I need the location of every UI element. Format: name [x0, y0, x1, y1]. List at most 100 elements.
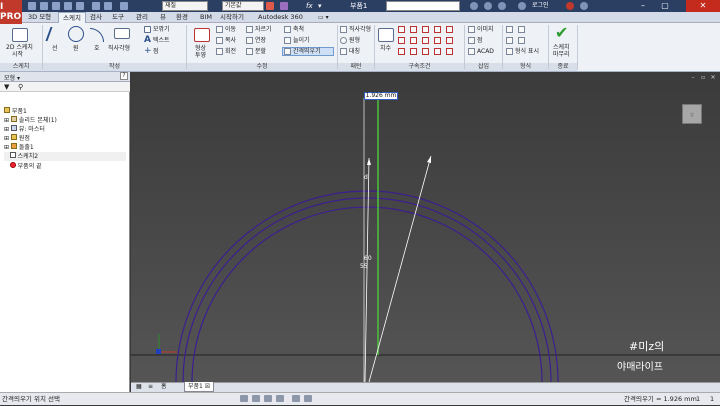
tab-sketch[interactable]: 스케치: [58, 12, 86, 23]
tree-item-end-of-part[interactable]: 부품의 끝: [4, 162, 42, 171]
centerline-icon[interactable]: [518, 26, 525, 33]
sketch-canvas[interactable]: d 60 55: [131, 72, 720, 382]
tab-environment[interactable]: 환경: [172, 12, 192, 23]
dimension-icon[interactable]: [378, 28, 394, 42]
help-search-input[interactable]: [386, 1, 460, 11]
tree-item-solid-bodies[interactable]: ⊞ 솔리드 본체(1): [4, 116, 57, 125]
user-icon[interactable]: [518, 2, 526, 10]
offset-dimension-input[interactable]: 1.926 mm: [364, 92, 398, 100]
exchange-icon[interactable]: [566, 2, 574, 10]
arc-label[interactable]: 호: [94, 45, 100, 52]
degrees-of-freedom-icon[interactable]: [292, 395, 300, 402]
line-label[interactable]: 선: [52, 45, 58, 52]
text-icon[interactable]: A: [144, 36, 151, 45]
appearance-combo[interactable]: 기본값: [222, 1, 264, 11]
home-tab[interactable]: 홈: [158, 382, 170, 392]
maximize-button[interactable]: ▢: [654, 0, 676, 12]
circular-pattern-label[interactable]: 원형: [349, 37, 360, 44]
start-2d-sketch-label-1[interactable]: 2D 스케치: [6, 44, 33, 51]
equation-icon[interactable]: fx: [306, 0, 313, 12]
stretch-icon[interactable]: [284, 37, 291, 44]
offset-label[interactable]: 간격띄우기: [293, 48, 321, 55]
split-label[interactable]: 분할: [255, 48, 266, 55]
circular-pattern-icon[interactable]: [340, 37, 347, 44]
finish-sketch-label-1[interactable]: 스케치: [553, 44, 570, 51]
circle-label[interactable]: 원: [73, 45, 79, 52]
tab-3d-model[interactable]: 3D 모형: [24, 12, 55, 23]
move-label[interactable]: 이동: [225, 26, 236, 33]
offset-icon[interactable]: [284, 48, 291, 55]
tree-item-extrusion[interactable]: ⊞ 돌출1: [4, 143, 34, 152]
inner-arc[interactable]: [191, 206, 543, 382]
stretch-label[interactable]: 늘이기: [293, 37, 310, 44]
select-icon[interactable]: [120, 2, 128, 10]
mirror-icon[interactable]: [340, 48, 347, 55]
lock-icon[interactable]: [446, 26, 453, 33]
acad-icon[interactable]: [468, 48, 475, 55]
symmetric-icon[interactable]: [422, 48, 429, 55]
favorites-icon[interactable]: [498, 2, 506, 10]
import-points-label[interactable]: 점: [477, 37, 483, 44]
split-icon[interactable]: [246, 48, 253, 55]
horizontal-icon[interactable]: [422, 37, 429, 44]
tab-inspect[interactable]: 검사: [86, 12, 106, 23]
circle-icon[interactable]: [68, 26, 84, 42]
project-geometry-label-1[interactable]: 형상: [195, 45, 206, 52]
concentric-icon[interactable]: [422, 26, 429, 33]
dimension-label[interactable]: 치수: [380, 45, 391, 52]
copy-icon[interactable]: [216, 37, 223, 44]
window-list-icon[interactable]: ≡: [145, 382, 156, 392]
model-browser-header[interactable]: 모형 ▾ ?: [0, 72, 130, 82]
rectangular-pattern-icon[interactable]: [340, 26, 347, 33]
rectangular-pattern-label[interactable]: 직사각형: [349, 26, 371, 33]
center-point-icon[interactable]: [506, 37, 513, 44]
tree-item-view-master[interactable]: ⊞ 뷰: 마스터: [4, 125, 45, 134]
undo-icon[interactable]: [64, 2, 72, 10]
collinear-icon[interactable]: [410, 26, 417, 33]
fillet-label[interactable]: 모깎기: [153, 26, 170, 33]
appearance-clear-icon[interactable]: [266, 2, 274, 10]
extend-label[interactable]: 연장: [255, 37, 266, 44]
show-constraints-icon[interactable]: [434, 48, 441, 55]
tab-tools[interactable]: 도구: [108, 12, 128, 23]
rotate-label[interactable]: 회전: [225, 48, 236, 55]
filter-icon[interactable]: ▼: [4, 82, 9, 92]
search-icon[interactable]: [470, 2, 478, 10]
subscription-icon[interactable]: [484, 2, 492, 10]
image-icon[interactable]: [468, 26, 475, 33]
help-icon[interactable]: [580, 2, 588, 10]
redo-icon[interactable]: [76, 2, 84, 10]
construction-icon[interactable]: [506, 26, 513, 33]
point-label[interactable]: 점: [153, 48, 159, 55]
tab-autodesk-360[interactable]: Autodesk 360: [254, 12, 307, 23]
copy-label[interactable]: 복사: [225, 37, 236, 44]
tree-item-sketch[interactable]: 스케치2: [4, 152, 126, 161]
rectangle-icon[interactable]: [114, 28, 130, 39]
sketch-analysis-icon[interactable]: [304, 395, 312, 402]
tab-get-started[interactable]: 시작하기: [216, 12, 248, 23]
trim-label[interactable]: 자르기: [255, 26, 272, 33]
minimize-button[interactable]: –: [632, 0, 654, 12]
application-menu-button[interactable]: I PRO: [0, 0, 22, 24]
tab-manage[interactable]: 관리: [132, 12, 152, 23]
part-document-tab[interactable]: 부품1 ☒: [184, 382, 215, 392]
parallel-icon[interactable]: [398, 37, 405, 44]
viewcube[interactable]: 앞: [682, 104, 702, 124]
finish-sketch-check-icon[interactable]: ✔: [555, 24, 568, 42]
tree-item-origin[interactable]: ⊞ 원점: [4, 134, 30, 143]
tab-bim[interactable]: BIM: [196, 12, 216, 23]
update-icon[interactable]: [104, 2, 112, 10]
tab-view[interactable]: 뷰: [156, 12, 170, 23]
ribbon-display-toggle[interactable]: ▭ ▾: [318, 12, 329, 23]
fix-icon[interactable]: [434, 26, 441, 33]
tile-windows-icon[interactable]: ▦: [133, 382, 145, 392]
project-geometry-label-2[interactable]: 투영: [195, 52, 206, 59]
login-link[interactable]: 로그인: [532, 0, 549, 12]
import-points-icon[interactable]: [468, 37, 475, 44]
qat-customize-icon[interactable]: ▾: [318, 0, 322, 12]
constraint-settings-icon[interactable]: [446, 48, 453, 55]
point-icon[interactable]: +: [144, 47, 152, 56]
show-constraints-status-icon[interactable]: [264, 395, 272, 402]
vertical-icon[interactable]: [434, 37, 441, 44]
scale-label[interactable]: 축척: [293, 26, 304, 33]
